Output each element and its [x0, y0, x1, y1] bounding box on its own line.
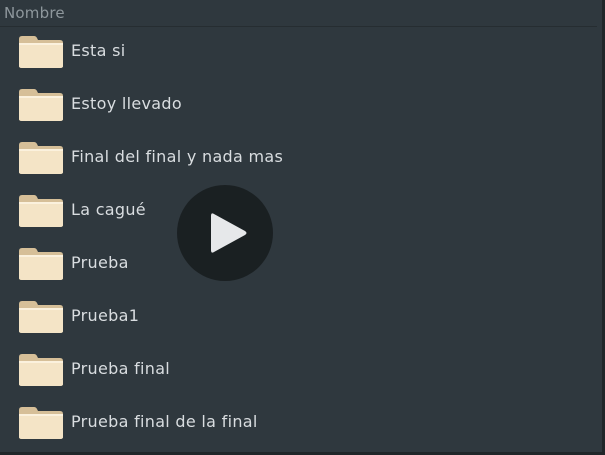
- file-name: Prueba1: [71, 306, 140, 325]
- file-name: Esta si: [71, 41, 126, 60]
- file-name: Estoy llevado: [71, 94, 182, 113]
- list-item[interactable]: Prueba final de la final: [0, 398, 597, 451]
- list-item[interactable]: Prueba final: [0, 345, 597, 398]
- file-name: Prueba final: [71, 359, 171, 378]
- folder-icon: [19, 248, 63, 280]
- column-header-label: Nombre: [4, 4, 65, 22]
- list-item[interactable]: Estoy llevado: [0, 80, 597, 133]
- file-browser-window: Nombre Esta si Estoy llevado Final del f…: [0, 0, 605, 455]
- play-icon: [211, 213, 247, 253]
- list-item[interactable]: La cagué: [0, 186, 597, 239]
- folder-icon: [19, 89, 63, 121]
- file-name: La cagué: [71, 200, 146, 219]
- folder-icon: [19, 142, 63, 174]
- list-item[interactable]: Final del final y nada mas: [0, 133, 597, 186]
- folder-icon: [19, 407, 63, 439]
- folder-icon: [19, 301, 63, 333]
- list-item[interactable]: Prueba1: [0, 292, 597, 345]
- file-name: Prueba: [71, 253, 129, 272]
- file-name: Final del final y nada mas: [71, 147, 284, 166]
- folder-icon: [19, 195, 63, 227]
- play-button[interactable]: [177, 185, 273, 281]
- column-header-name[interactable]: Nombre: [0, 0, 597, 27]
- file-name: Prueba final de la final: [71, 412, 258, 431]
- list-item[interactable]: Prueba: [0, 239, 597, 292]
- folder-icon: [19, 354, 63, 386]
- list-item[interactable]: Esta si: [0, 27, 597, 80]
- file-list: Esta si Estoy llevado Final del final y …: [0, 27, 597, 451]
- folder-icon: [19, 36, 63, 68]
